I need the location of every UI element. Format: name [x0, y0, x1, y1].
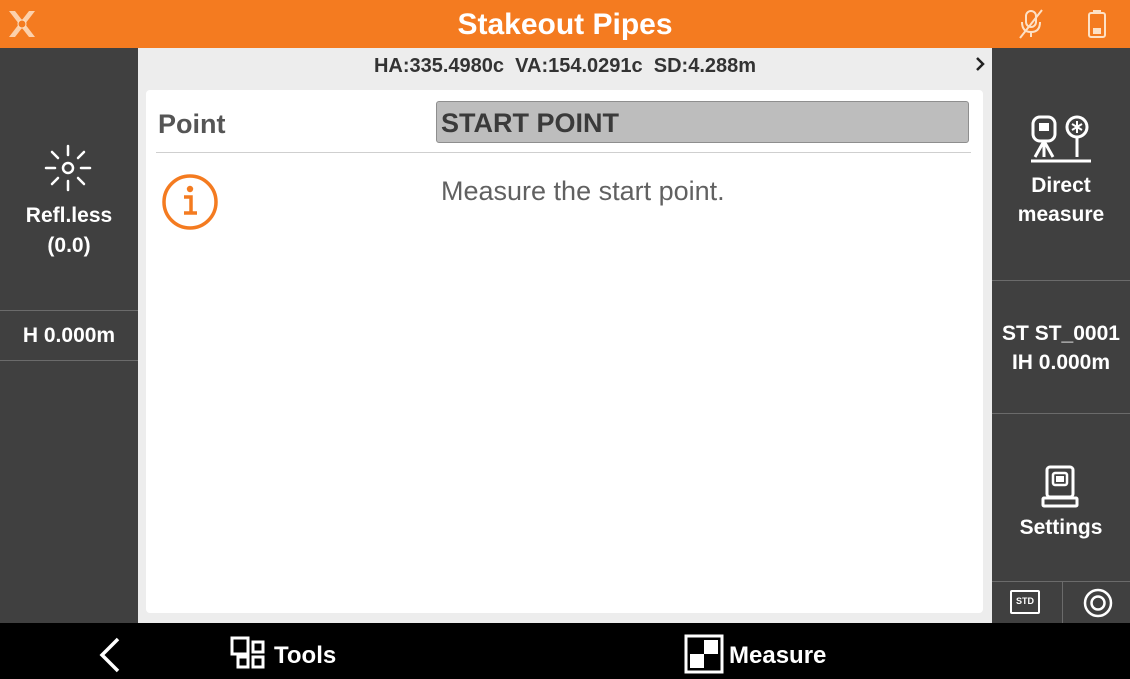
right-divider [992, 581, 1130, 582]
station-button[interactable] [992, 281, 1130, 413]
right-divider [1062, 582, 1063, 623]
total-station-icon [1040, 464, 1080, 510]
chevron-right-icon[interactable] [972, 54, 988, 74]
total-station-prism-icon [1029, 113, 1093, 165]
instrument-height-label: IH 0.000m [1011, 351, 1111, 374]
content-card [146, 90, 983, 613]
field-divider [156, 152, 971, 153]
reflector-type-label: Refl.less [25, 204, 113, 227]
tools-button[interactable]: Tools [274, 642, 336, 670]
measurement-readout: HA:335.4980c VA:154.0291c SD:4.288m [373, 55, 757, 77]
laser-icon [40, 140, 96, 196]
reflector-constant-label: (0.0) [47, 234, 91, 257]
instruction-message: Measure the start point. [441, 176, 725, 206]
direct-measure-label: measure [1017, 203, 1105, 226]
target-height-label: H 0.000m [22, 324, 116, 347]
bottom-bar [0, 623, 1130, 679]
battery-icon [1086, 9, 1108, 39]
point-label: Point [158, 109, 226, 139]
direct-measure-label: Direct [1031, 174, 1091, 197]
settings-label: Settings [1019, 516, 1103, 539]
back-arrow-icon[interactable] [96, 636, 124, 674]
info-icon [160, 172, 220, 232]
measure-button[interactable]: Measure [729, 642, 826, 670]
left-divider [0, 360, 138, 361]
point-field-value: START POINT [441, 108, 619, 138]
std-mode-label: STD [1016, 596, 1034, 606]
std-mode-button[interactable]: STD [1010, 590, 1042, 616]
grid-tools-icon[interactable] [230, 636, 268, 674]
page-title: Stakeout Pipes [457, 8, 673, 41]
target-circle-icon[interactable] [1082, 587, 1114, 619]
station-name-label: ST ST_0001 [1002, 322, 1120, 345]
measure-icon[interactable] [684, 634, 724, 674]
mic-off-icon [1016, 8, 1046, 40]
